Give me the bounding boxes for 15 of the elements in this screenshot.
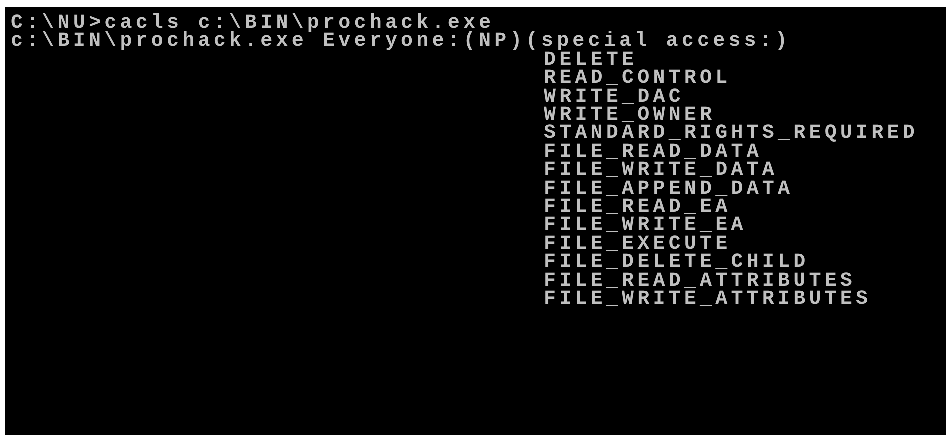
permission-line: FILE_DELETE_CHILD (544, 254, 810, 273)
output-line: c:\BIN\prochack.exe Everyone:(NP)(special access:) (11, 33, 792, 52)
permission-line: WRITE_OWNER (544, 107, 716, 126)
permission-line: FILE_READ_DATA (544, 144, 762, 162)
permission-line: DELETE (544, 52, 638, 70)
permission-line: FILE_READ_ATTRIBUTES (544, 272, 856, 292)
permission-line: FILE_WRITE_DATA (544, 162, 778, 181)
permission-line: READ_CONTROL (544, 70, 732, 89)
permission-line: FILE_WRITE_ATTRIBUTES (544, 291, 872, 310)
permission-line: FILE_WRITE_EA (544, 217, 747, 236)
permission-line: WRITE_DAC (544, 88, 684, 108)
permission-line: FILE_EXECUTE (544, 236, 732, 254)
permission-line: FILE_READ_EA (544, 199, 732, 218)
permission-line: FILE_APPEND_DATA (544, 180, 794, 200)
permission-line: STANDARD_RIGHTS_REQUIRED (544, 125, 918, 144)
